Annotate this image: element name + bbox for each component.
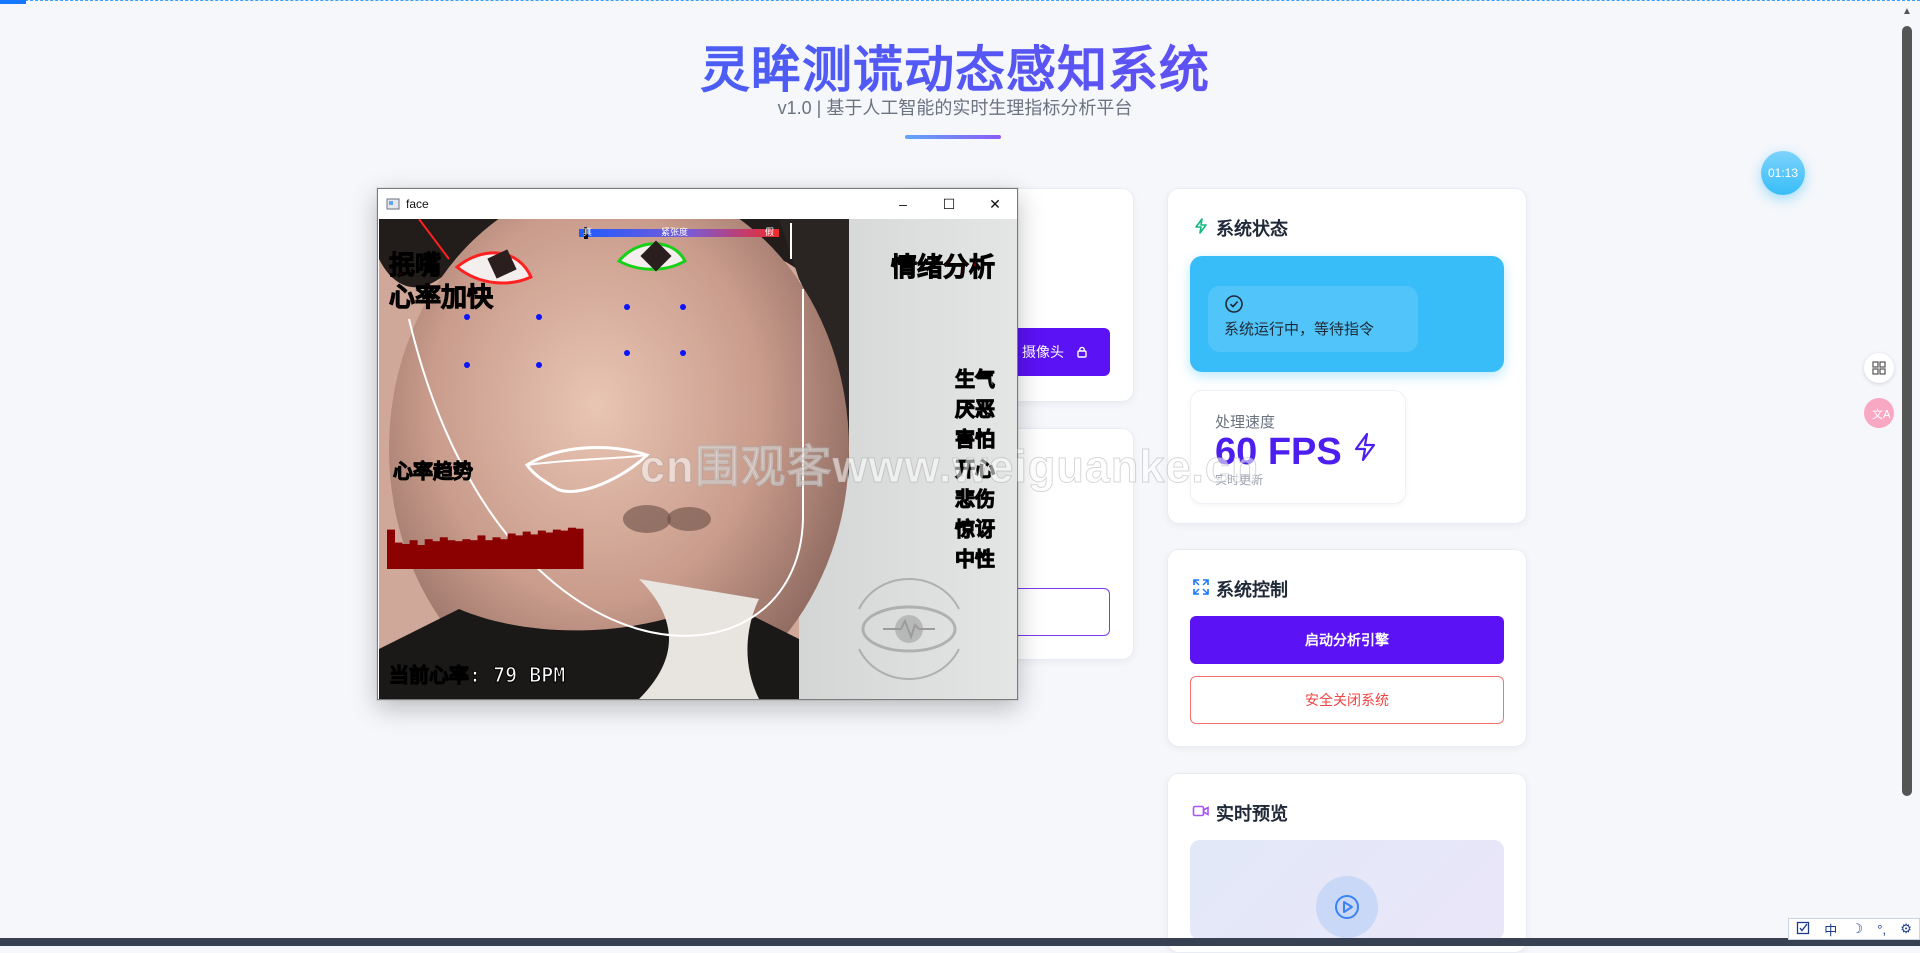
tension-label-mid: 紧张度 (661, 227, 689, 237)
check-circle-icon (1224, 294, 1244, 319)
translate-icon[interactable]: 文A (1864, 398, 1894, 428)
heart-rate-bar (530, 534, 539, 569)
camera-button-label: 摄像头 (1022, 344, 1064, 360)
top-progress-line (0, 0, 1920, 4)
emotion-item: 生气 (955, 369, 996, 392)
heart-rate-bar (567, 527, 576, 569)
play-button[interactable] (1316, 876, 1378, 938)
heart-rate-bar (537, 530, 546, 569)
window-app-icon (386, 197, 400, 216)
current-heart-rate: 当前心率: 79 BPM (388, 663, 566, 688)
title-underline (905, 135, 1001, 139)
heart-rate-bar (469, 540, 478, 569)
heart-rate-bar (507, 533, 516, 569)
page-subtitle: v1.0 | 基于人工智能的实时生理指标分析平台 (777, 98, 1133, 118)
preview-area (1190, 840, 1504, 940)
watermark: cn围观客www.weiguanke.cn (639, 441, 1260, 493)
heart-rate-bar (409, 540, 418, 569)
page-title: 灵眸测谎动态感知系统 (0, 30, 1910, 102)
expand-icon (1192, 578, 1210, 596)
video-icon (1192, 802, 1210, 820)
system-status-title: 系统状态 (1216, 219, 1288, 239)
heart-rate-bar (462, 539, 471, 569)
apps-icon[interactable] (1864, 353, 1894, 383)
emotion-item: 中性 (955, 549, 996, 572)
heart-rate-bar (552, 529, 561, 569)
shutdown-button[interactable]: 安全关闭系统 (1190, 676, 1504, 724)
emotion-title: 情绪分析 (890, 252, 996, 283)
heart-rate-bar (402, 544, 411, 569)
tension-label-false: 假 (765, 227, 775, 237)
preview-title: 实时预览 (1216, 804, 1288, 824)
heart-rate-bar (477, 535, 486, 569)
heart-rate-bar (492, 537, 501, 569)
bolt-icon (1192, 217, 1210, 235)
emotion-item: 厌恶 (955, 399, 996, 422)
heart-rate-bar (394, 542, 403, 569)
minimize-button[interactable]: – (880, 189, 926, 219)
settings-icon[interactable]: ⚙ (1900, 921, 1912, 937)
lock-icon (1076, 344, 1088, 360)
camera-button[interactable]: 摄像头 (1002, 328, 1110, 376)
punctuation-icon[interactable]: °, (1877, 922, 1886, 937)
face-window-title: face (406, 197, 429, 211)
checkbox-icon[interactable] (1796, 921, 1810, 938)
timer-badge[interactable]: 01:13 (1761, 151, 1805, 195)
ime-mode-indicator[interactable]: 中 (1824, 920, 1837, 939)
heart-rate-bar (485, 540, 493, 569)
heart-rate-bar (417, 545, 426, 569)
status-message: 系统运行中，等待指令 (1224, 321, 1375, 338)
emotion-item: 惊讶 (955, 519, 996, 542)
heart-rate-bar (432, 541, 441, 569)
preview-card: 实时预览 (1167, 773, 1527, 953)
scrollbar-thumb[interactable] (1902, 26, 1912, 796)
maximize-button[interactable]: ☐ (926, 189, 972, 219)
top-progress-accent (0, 0, 26, 4)
heart-rate-bar (560, 530, 569, 569)
moon-icon[interactable]: ☽ (1851, 921, 1863, 937)
bolt-icon (1351, 431, 1379, 468)
taskbar (0, 938, 1920, 946)
close-button[interactable]: ✕ (972, 189, 1018, 219)
face-window-titlebar[interactable]: face – ☐ ✕ (378, 189, 1017, 219)
heart-rate-bar (522, 531, 531, 569)
svg-text:文A: 文A (1872, 407, 1891, 421)
heart-rate-bar (454, 541, 463, 569)
system-control-card: 系统控制 启动分析引擎 安全关闭系统 (1167, 549, 1527, 747)
fps-label: 处理速度 (1215, 414, 1276, 431)
heart-rate-bar (545, 532, 554, 569)
behavior-label-2: 心率加快 (388, 282, 494, 313)
system-control-title: 系统控制 (1216, 580, 1288, 600)
heart-rate-bar (575, 528, 584, 569)
system-tray: 中 ☽ °, ⚙ (1788, 918, 1920, 940)
heart-rate-bar (387, 529, 395, 569)
status-banner: 系统运行中，等待指令 (1190, 256, 1504, 372)
status-message-box: 系统运行中，等待指令 (1208, 286, 1418, 352)
scroll-up-arrow[interactable]: ▲ (1902, 6, 1912, 20)
tension-label-true: 真 (583, 227, 593, 237)
heart-rate-bar (500, 539, 509, 569)
heart-rate-bar (447, 540, 456, 569)
heart-rate-bar (439, 537, 448, 569)
start-engine-button[interactable]: 启动分析引擎 (1190, 616, 1504, 664)
heart-rate-bar (515, 535, 524, 569)
heart-rate-trend-label: 心率趋势 (393, 461, 474, 484)
heart-rate-bar (424, 539, 433, 569)
